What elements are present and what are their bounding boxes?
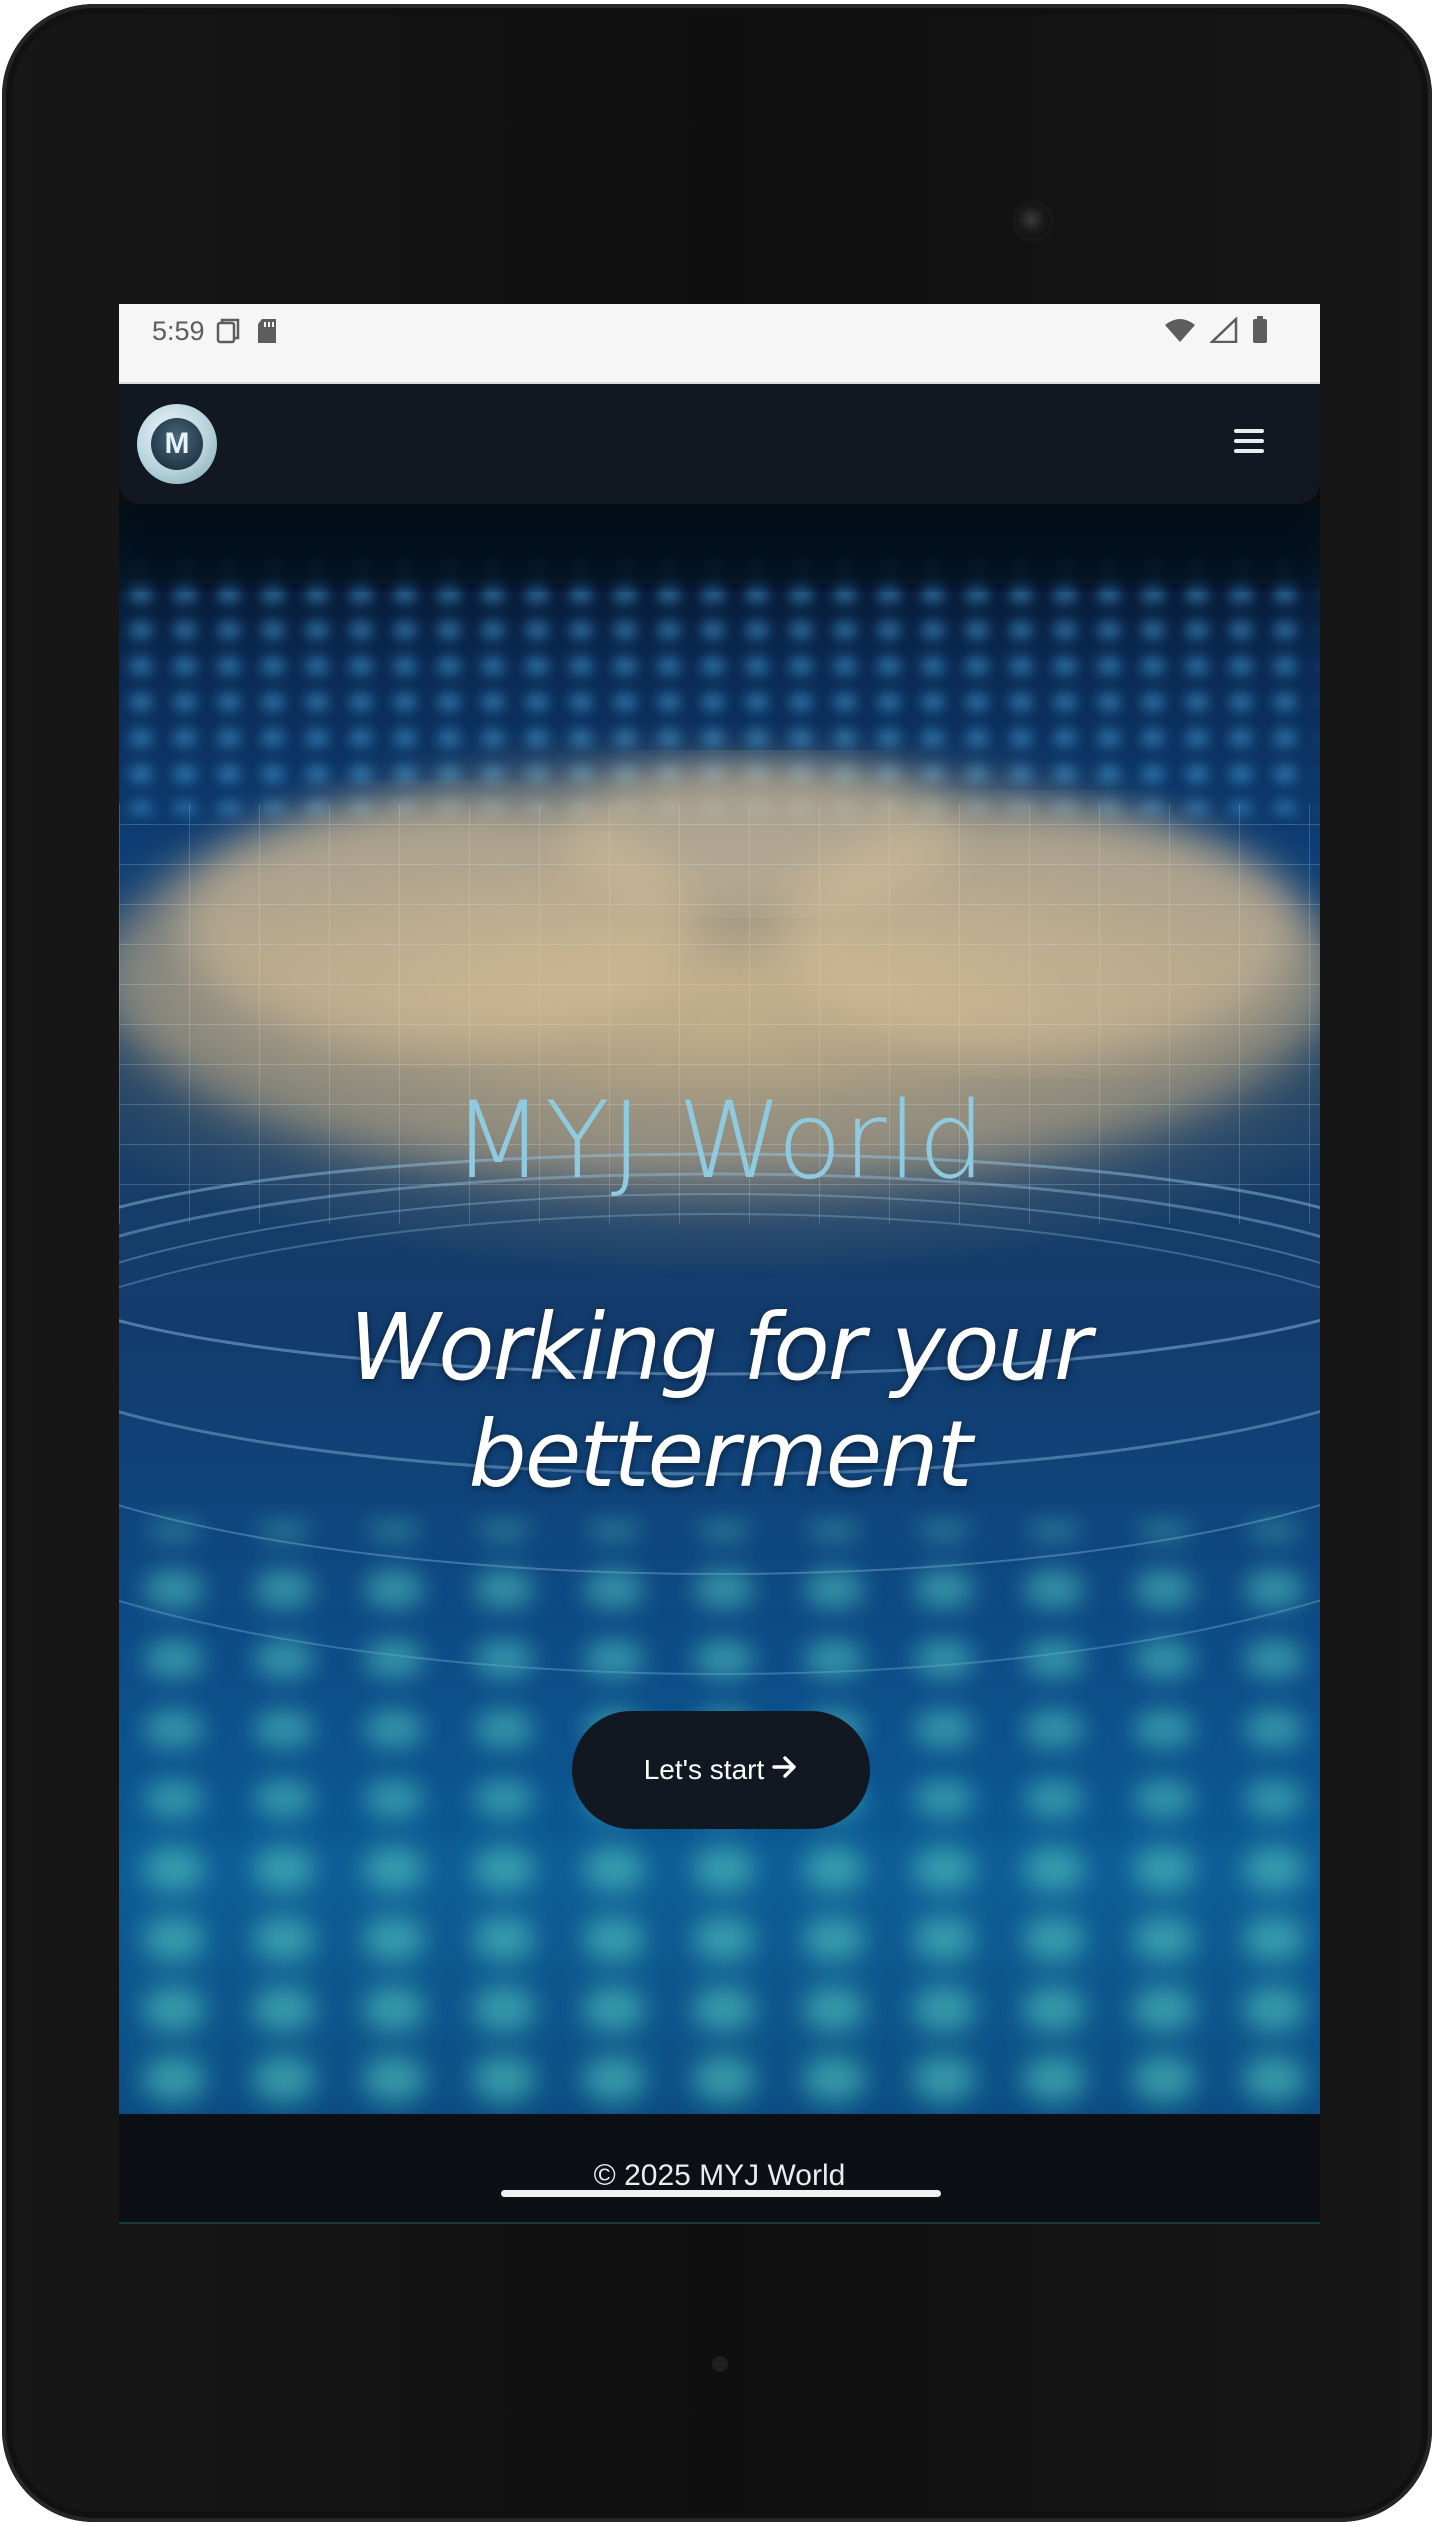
logo-letter: M: [151, 418, 203, 470]
hamburger-menu-icon[interactable]: [1234, 426, 1264, 456]
top-navbar: M: [119, 384, 1320, 504]
hero-section: MYJ World Working for your betterment Le…: [119, 504, 1320, 2114]
tablet-device-frame: 5:59 M MYJ World Working for your better…: [2, 4, 1432, 2522]
screen: 5:59 M MYJ World Working for your better…: [119, 304, 1320, 2224]
hero-subtitle: Working for your betterment: [349, 1294, 1091, 1508]
status-time: 5:59: [152, 316, 205, 346]
wifi-icon: [1164, 317, 1196, 347]
front-camera: [1016, 204, 1050, 238]
cta-label: Let's start: [643, 1754, 765, 1785]
arrow-right-icon: [772, 1754, 798, 1786]
notification-led: [712, 2356, 728, 2372]
site-logo[interactable]: M: [137, 404, 217, 484]
footer: © 2025 MYJ World: [119, 2114, 1320, 2224]
status-left-icons: [216, 318, 278, 348]
status-right-icons: [1164, 316, 1268, 348]
screenshot-icon: [216, 318, 240, 348]
signal-icon: [1208, 316, 1238, 347]
status-bar: 5:59: [119, 304, 1320, 384]
battery-icon: [1252, 316, 1268, 348]
lets-start-button[interactable]: Let's start: [572, 1711, 870, 1829]
sd-card-icon: [256, 318, 278, 348]
footer-copyright: © 2025 MYJ World: [593, 2159, 846, 2192]
navigation-gesture-bar[interactable]: [501, 2190, 941, 2197]
hero-title: MYJ World: [452, 1079, 987, 1202]
